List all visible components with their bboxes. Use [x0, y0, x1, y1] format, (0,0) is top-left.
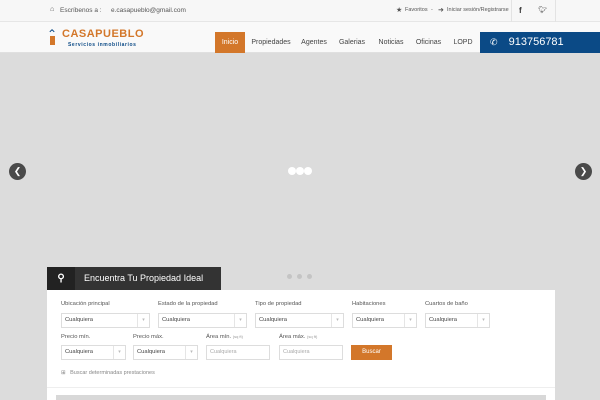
label-banos: Cuartos de baño — [425, 301, 468, 307]
home-icon: ⌂ — [50, 6, 55, 13]
divider — [511, 0, 512, 22]
divider — [555, 0, 556, 22]
loading-indicator — [288, 167, 313, 175]
chevron-down-icon: ▾ — [404, 314, 416, 327]
nav-galerias[interactable]: Galerias — [336, 32, 368, 53]
chevron-down-icon: ▾ — [234, 314, 246, 327]
select-estado[interactable]: Cualquiera ▾ — [158, 313, 247, 328]
label-precio-max: Precio máx. — [133, 334, 164, 340]
chevron-down-icon: ▾ — [477, 314, 489, 327]
label-area-min: Área mín. (sq ft) — [206, 334, 243, 340]
chevron-down-icon: ▾ — [185, 346, 197, 359]
plus-square-icon: ⊞ — [61, 370, 66, 376]
favorites-link[interactable]: Favoritos — [405, 7, 428, 13]
logo-tagline: Servicios inmobiliarios — [68, 42, 137, 48]
label-estado: Estado de la propiedad — [158, 301, 218, 307]
label-precio-min: Precio mín. — [61, 334, 91, 340]
select-precio-max[interactable]: Cualquiera ▾ — [133, 345, 198, 360]
email-link[interactable]: e.casapueblo@gmail.com — [111, 7, 186, 14]
nav-agentes[interactable]: Agentes — [298, 32, 330, 53]
phone-icon: ✆ — [490, 37, 498, 47]
top-bar: ⌂ Escríbenos a : e.casapueblo@gmail.com … — [0, 0, 600, 22]
nav-noticias[interactable]: Noticias — [374, 32, 408, 53]
area-max-input[interactable]: Cualquiera — [279, 345, 343, 360]
label-area-max: Área máx. (sq ft) — [279, 334, 318, 340]
login-icon: ➜ — [438, 7, 444, 14]
facebook-icon[interactable]: f — [519, 6, 522, 15]
search-tab: ⚲ Encuentra Tu Propiedad Ideal — [47, 267, 221, 290]
label-ubicacion: Ubicación principal — [61, 301, 110, 307]
prev-slide-button[interactable]: ❮ — [9, 163, 26, 180]
label-habitaciones: Habitaciones — [352, 301, 386, 307]
search-button[interactable]: Buscar — [351, 345, 392, 360]
nav-lopd[interactable]: LOPD — [450, 32, 476, 53]
search-icon: ⚲ — [47, 267, 75, 290]
star-icon: ★ — [396, 7, 403, 14]
login-link[interactable]: Iniciar sesión/Registrarse — [447, 7, 509, 13]
logo-mark — [50, 36, 55, 45]
twitter-icon[interactable]: 🐦︎ — [538, 6, 547, 14]
phone-box[interactable]: ✆ 913756781 — [480, 32, 600, 53]
nav-oficinas[interactable]: Oficinas — [413, 32, 444, 53]
chevron-down-icon: ▾ — [137, 314, 149, 327]
area-min-input[interactable]: Cualquiera — [206, 345, 270, 360]
select-banos[interactable]: Cualquiera ▾ — [425, 313, 490, 328]
chevron-down-icon: ▾ — [113, 346, 125, 359]
next-slide-button[interactable]: ❯ — [575, 163, 592, 180]
phone-number: 913756781 — [508, 36, 564, 48]
nav-propiedades[interactable]: Propiedades — [249, 32, 293, 53]
select-tipo[interactable]: Cualquiera ▾ — [255, 313, 344, 328]
search-title: Encuentra Tu Propiedad Ideal — [84, 273, 204, 283]
email-prefix: Escríbenos a : — [60, 7, 102, 14]
nav-inicio[interactable]: Inicio — [215, 32, 245, 53]
slide-dots[interactable] — [287, 274, 313, 279]
select-ubicacion[interactable]: Cualquiera ▾ — [61, 313, 150, 328]
chevron-down-icon: ▾ — [331, 314, 343, 327]
features-link[interactable]: ⊞ Buscar determinadas prestaciones — [61, 370, 155, 376]
select-precio-min[interactable]: Cualquiera ▾ — [61, 345, 126, 360]
separator: - — [431, 7, 433, 13]
select-habitaciones[interactable]: Cualquiera ▾ — [352, 313, 417, 328]
label-tipo: Tipo de propiedad — [255, 301, 302, 307]
content-bar — [56, 395, 546, 400]
logo-name: CASAPUEBLO — [62, 28, 145, 40]
